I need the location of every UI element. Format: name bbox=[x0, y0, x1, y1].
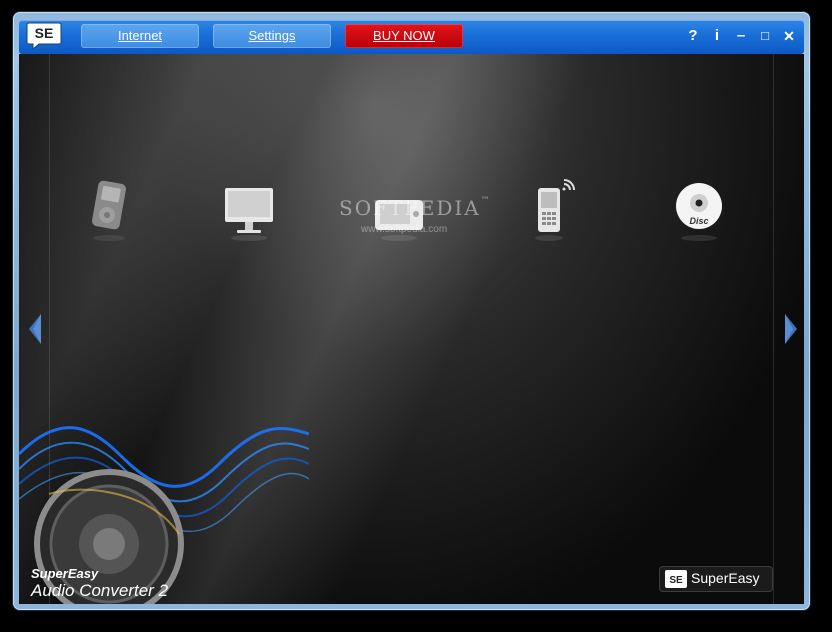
buy-now-button[interactable]: BUY NOW bbox=[345, 24, 463, 48]
se-logo-icon: SE bbox=[26, 22, 62, 49]
supereasy-badge[interactable]: SE SuperEasy bbox=[659, 566, 773, 592]
disc-label: Disc bbox=[689, 216, 708, 226]
help-button[interactable]: ? bbox=[682, 23, 704, 49]
internet-button[interactable]: Internet bbox=[81, 24, 199, 48]
device-mobile-phone[interactable] bbox=[519, 174, 579, 244]
app-window: SE Internet Settings BUY NOW ? i – □ ✕ D… bbox=[13, 12, 810, 610]
se-badge-logo-text: SE bbox=[669, 575, 683, 586]
ipod-icon bbox=[92, 180, 126, 241]
next-arrow-icon[interactable] bbox=[781, 312, 799, 346]
right-divider bbox=[773, 54, 774, 604]
settings-button[interactable]: Settings bbox=[213, 24, 331, 48]
watermark-tm: ™ bbox=[480, 196, 492, 206]
supereasy-text: SuperEasy bbox=[691, 570, 760, 586]
mobile-phone-icon bbox=[535, 179, 575, 241]
main-content: Disc SOFTPEDIA™ www.softpedia.com SuperE… bbox=[19, 54, 804, 604]
brand-name: SuperEasy bbox=[31, 566, 99, 581]
product-name: Audio Converter 2 bbox=[31, 581, 169, 600]
se-logo-text: SE bbox=[35, 25, 54, 41]
computer-monitor-icon bbox=[225, 188, 273, 241]
title-bar: SE Internet Settings BUY NOW ? i – □ ✕ bbox=[19, 20, 804, 54]
device-ipod[interactable] bbox=[79, 174, 139, 244]
device-computer[interactable] bbox=[219, 174, 279, 244]
se-badge-icon: SE bbox=[665, 570, 687, 588]
softpedia-watermark: SOFTPEDIA™ bbox=[339, 196, 492, 220]
previous-arrow-icon[interactable] bbox=[27, 312, 45, 346]
maximize-button[interactable]: □ bbox=[754, 23, 776, 49]
watermark-url: www.softpedia.com bbox=[361, 224, 448, 235]
device-disc[interactable]: Disc bbox=[669, 174, 729, 244]
info-button[interactable]: i bbox=[706, 23, 728, 49]
close-button[interactable]: ✕ bbox=[778, 23, 800, 49]
disc-icon: Disc bbox=[676, 183, 722, 241]
minimize-button[interactable]: – bbox=[730, 23, 752, 49]
watermark-text: SOFTPEDIA bbox=[339, 196, 481, 220]
